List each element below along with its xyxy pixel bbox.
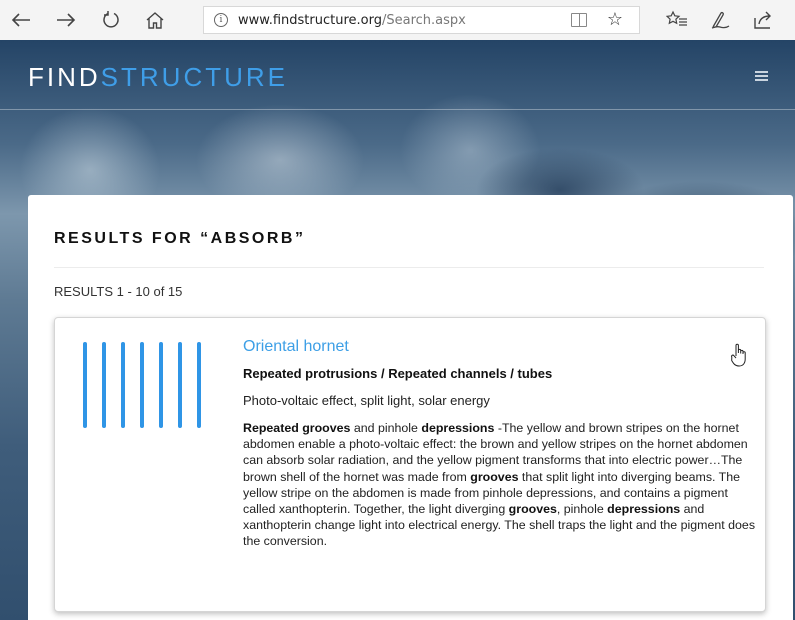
logo-structure: STRUCTURE <box>100 62 289 92</box>
thumbnail-stripe <box>159 342 163 428</box>
heading-divider <box>54 267 764 268</box>
hand-cursor-icon <box>731 342 749 368</box>
results-heading: RESULTS FOR “ABSORB” <box>54 230 306 247</box>
favorites-list-icon[interactable] <box>666 9 688 31</box>
results-card: RESULTS FOR “ABSORB” RESULTS 1 - 10 of 1… <box>28 195 793 620</box>
share-icon[interactable] <box>752 9 774 31</box>
site-logo[interactable]: FINDSTRUCTURE <box>28 62 288 93</box>
header-divider <box>0 109 795 110</box>
description-text: , pinhole <box>556 502 608 517</box>
address-bar[interactable]: i www.findstructure.org/Search.aspx ☆ <box>203 6 640 34</box>
result-thumbnail[interactable] <box>81 342 209 430</box>
browser-toolbar: i www.findstructure.org/Search.aspx ☆ <box>0 0 795 40</box>
thumbnail-stripe <box>83 342 87 428</box>
thumbnail-stripe <box>102 342 106 428</box>
result-functions: Photo-voltaic effect, split light, solar… <box>243 393 490 408</box>
result-features: Repeated protrusions / Repeated channels… <box>243 366 553 381</box>
result-item[interactable]: Oriental hornet Repeated protrusions / R… <box>54 317 766 612</box>
favorite-star-icon[interactable]: ☆ <box>607 9 623 30</box>
refresh-icon[interactable] <box>100 9 122 31</box>
url-path: /Search.aspx <box>381 12 466 28</box>
thumbnail-stripe <box>140 342 144 428</box>
result-title-link[interactable]: Oriental hornet <box>243 338 761 356</box>
url-domain: www.findstructure.org <box>238 12 382 28</box>
logo-find: FIND <box>28 62 101 92</box>
info-icon[interactable]: i <box>214 13 228 27</box>
keyword-highlight: grooves <box>508 502 557 517</box>
thumbnail-stripe <box>178 342 182 428</box>
description-text: and pinhole <box>350 421 422 435</box>
pen-icon[interactable] <box>710 9 732 31</box>
results-count: RESULTS 1 - 10 of 15 <box>54 284 183 299</box>
keyword-highlight: depressions <box>607 502 681 517</box>
thumbnail-stripe <box>121 342 125 428</box>
keyword-highlight: depressions <box>421 421 495 435</box>
thumbnail-stripe <box>197 342 201 428</box>
page-background: FINDSTRUCTURE RESULTS FOR “ABSORB” RESUL… <box>0 40 795 620</box>
keyword-highlight: Repeated grooves <box>243 421 351 435</box>
home-icon[interactable] <box>144 9 166 31</box>
result-description: Repeated grooves and pinhole depressions… <box>243 420 761 550</box>
keyword-highlight: grooves <box>470 469 519 484</box>
result-body: Oriental hornet Repeated protrusions / R… <box>243 338 761 550</box>
reading-view-icon[interactable] <box>571 13 587 27</box>
forward-icon[interactable] <box>55 9 77 31</box>
back-icon[interactable] <box>10 9 32 31</box>
menu-icon[interactable] <box>755 71 768 81</box>
